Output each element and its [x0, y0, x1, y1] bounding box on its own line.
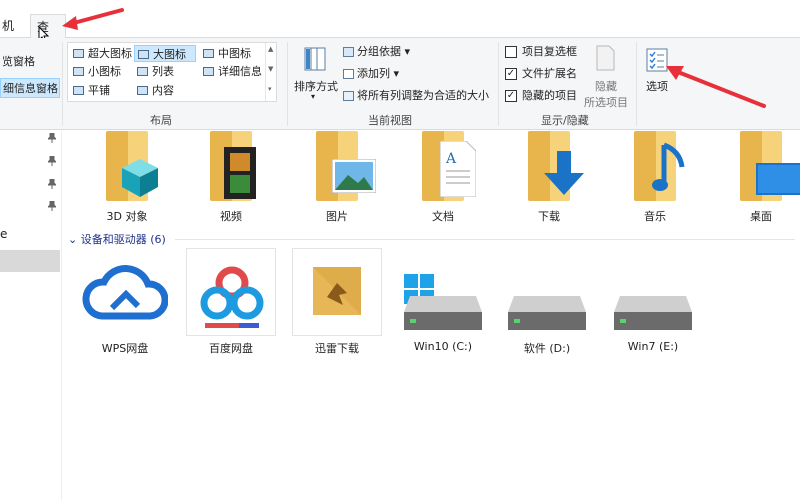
baidu-tile [186, 248, 276, 336]
extra-large-icons-icon [73, 49, 84, 58]
add-column-icon [343, 69, 354, 79]
options-label: 选项 [646, 80, 668, 93]
hide-selected-label-1: 隐藏 [595, 80, 617, 93]
checkbox-unchecked-icon [505, 46, 517, 58]
navigation-pane: e [0, 131, 62, 500]
tab-view[interactable]: 查看 [30, 14, 66, 58]
pin-icon[interactable] [48, 201, 56, 211]
drive-e[interactable]: Win7 (E:) [600, 248, 706, 358]
layout-gallery-scroll[interactable]: ▲ ▼ ▾ [265, 43, 276, 101]
options-button[interactable]: 选项 [640, 44, 674, 100]
document-icon: A [440, 141, 476, 197]
large-icons-icon [138, 50, 149, 59]
music-note-icon [652, 142, 685, 191]
xunlei-tile [292, 248, 382, 336]
tiles-icon [73, 86, 84, 95]
details-pane-label: 细信息窗格 [3, 82, 58, 95]
drive-baidu-netdisk[interactable]: 百度网盘 [178, 248, 284, 358]
drive-wps-cloud[interactable]: WPS网盘 [72, 248, 178, 358]
ribbon-tab-bar: 机 查看 [0, 0, 800, 58]
hard-drive-icon [614, 296, 692, 330]
sort-dropdown-icon: ▾ [311, 92, 316, 101]
file-extensions-toggle[interactable]: ✓ 文件扩展名 [505, 66, 577, 82]
folder-videos[interactable]: 视频 [186, 131, 276, 226]
hide-selected-icon [596, 45, 615, 71]
download-arrow-icon [544, 151, 584, 195]
folder-documents[interactable]: A 文档 [398, 131, 488, 226]
layout-medium-icons[interactable]: 中图标 [200, 45, 251, 62]
nav-item-selected[interactable] [0, 250, 60, 272]
medium-icons-icon [203, 49, 214, 58]
details-icon [203, 67, 214, 76]
options-icon [646, 48, 668, 72]
preview-pane-button[interactable]: 览窗格 [0, 52, 35, 72]
show-hide-group-label: 显示/隐藏 [541, 114, 589, 127]
preview-pane-label: 览窗格 [2, 55, 35, 68]
fit-columns-icon [343, 91, 354, 101]
group-by-icon [343, 47, 354, 57]
layout-tiles[interactable]: 平铺 [70, 82, 110, 99]
hide-selected-label-2: 所选项目 [584, 96, 628, 109]
drive-xunlei-download[interactable]: 迅雷下载 [284, 248, 390, 358]
folder-pictures[interactable]: 图片 [292, 131, 382, 226]
item-checkboxes-toggle[interactable]: 项目复选框 [505, 44, 577, 60]
nav-item-partial[interactable]: e [0, 227, 7, 241]
hard-drive-icon [404, 296, 482, 330]
drive-d[interactable]: 软件 (D:) [494, 248, 600, 358]
layout-list[interactable]: 列表 [134, 63, 174, 80]
folder-music[interactable]: 音乐 [610, 131, 700, 226]
small-icons-icon [73, 67, 84, 76]
film-icon [224, 147, 256, 199]
chevron-down-icon: ⌄ [68, 233, 81, 246]
devices-section-header[interactable]: ⌄ 设备和驱动器 (6) [68, 231, 166, 247]
sort-icon [304, 47, 326, 71]
wps-cloud-icon [82, 265, 168, 320]
folder-3d-objects[interactable]: 3D 对象 [82, 131, 172, 226]
desktop-icon [756, 163, 800, 195]
scroll-down-icon[interactable]: ▼ [268, 65, 273, 73]
hard-drive-icon [508, 296, 586, 330]
picture-icon [332, 159, 376, 193]
layout-large-icons[interactable]: 大图标 [134, 45, 196, 62]
ribbon-view: 览窗格 细信息窗格 超大图标 大图标 中图标 小图标 列表 详细信息 平铺 内容… [0, 38, 800, 130]
current-view-group-label: 当前视图 [368, 114, 412, 127]
details-pane-button[interactable]: 细信息窗格 [0, 78, 60, 98]
fit-columns-button[interactable]: 将所有列调整为合适的大小 [343, 88, 489, 104]
checkbox-checked-icon: ✓ [505, 68, 517, 80]
gallery-more-icon[interactable]: ▾ [268, 85, 272, 93]
svg-text:A: A [445, 151, 457, 167]
checkbox-checked-icon: ✓ [505, 90, 517, 102]
sort-by-button[interactable]: 排序方式 ▾ [291, 44, 339, 104]
hide-selected-items-button[interactable]: 隐藏 所选项目 [582, 42, 630, 109]
folder-desktop[interactable]: 桌面 [716, 131, 800, 226]
section-divider [175, 239, 795, 240]
hidden-items-toggle[interactable]: ✓ 隐藏的项目 [505, 88, 577, 104]
group-by-button[interactable]: 分组依据 ▾ [343, 44, 410, 60]
baidu-netdisk-icon [200, 266, 264, 328]
scroll-up-icon[interactable]: ▲ [268, 45, 273, 53]
layout-details[interactable]: 详细信息 [200, 63, 262, 80]
drive-c[interactable]: Win10 (C:) [390, 248, 496, 358]
sort-by-label: 排序方式 [294, 80, 338, 93]
folder-downloads[interactable]: 下载 [504, 131, 594, 226]
layout-gallery: 超大图标 大图标 中图标 小图标 列表 详细信息 平铺 内容 ▲ ▼ ▾ [67, 42, 277, 102]
xunlei-folder-icon [313, 267, 361, 315]
layout-group-label: 布局 [150, 114, 172, 127]
pin-icon[interactable] [48, 179, 56, 189]
pin-icon[interactable] [48, 133, 56, 143]
3d-cube-icon [122, 159, 158, 197]
list-icon [137, 67, 148, 76]
layout-content[interactable]: 内容 [134, 82, 174, 99]
layout-extra-large-icons[interactable]: 超大图标 [70, 45, 132, 62]
pin-icon[interactable] [48, 156, 56, 166]
add-column-button[interactable]: 添加列 ▾ [343, 66, 399, 82]
content-icon [137, 86, 148, 95]
tab-computer[interactable]: 机 [0, 14, 20, 38]
layout-small-icons[interactable]: 小图标 [70, 63, 121, 80]
